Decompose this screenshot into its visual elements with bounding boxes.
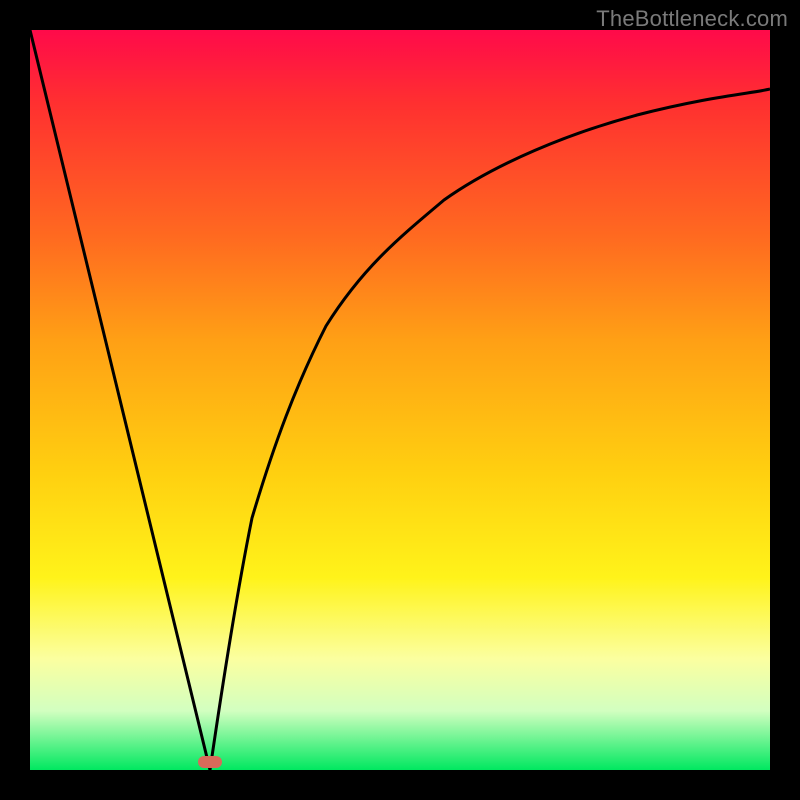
watermark-text: TheBottleneck.com (596, 6, 788, 32)
chart-stage: TheBottleneck.com (0, 0, 800, 800)
curve-path (30, 30, 770, 770)
bottleneck-curve (30, 30, 770, 770)
plot-area (30, 30, 770, 770)
min-marker (198, 756, 222, 768)
